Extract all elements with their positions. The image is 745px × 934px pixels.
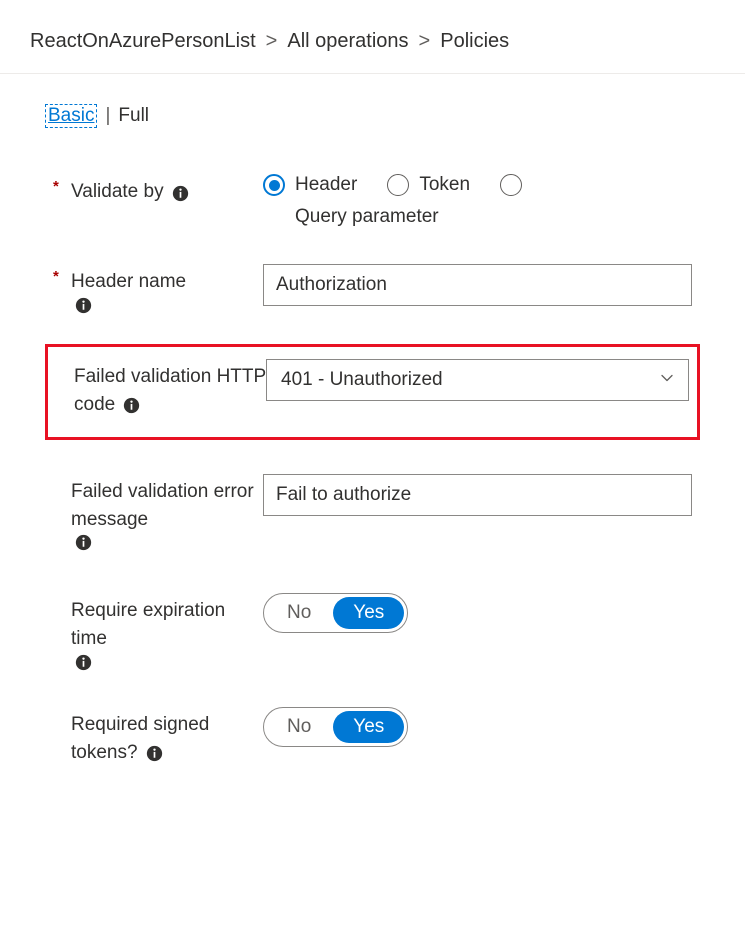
field-header-name: * Header name: [45, 258, 700, 320]
radio-header[interactable]: Header: [263, 174, 357, 196]
header-name-input[interactable]: [263, 264, 692, 306]
field-label: Required signed tokens?: [71, 714, 209, 763]
require-expiration-toggle[interactable]: No Yes: [263, 593, 408, 633]
radio-token[interactable]: Token: [387, 174, 470, 196]
required-spacer: *: [56, 363, 68, 380]
breadcrumb-item[interactable]: All operations: [287, 30, 408, 53]
info-icon[interactable]: [75, 654, 92, 671]
info-icon[interactable]: [146, 745, 163, 762]
radio-label: Header: [295, 174, 357, 196]
radio-circle-icon: [263, 174, 285, 196]
radio-circle-icon: [500, 174, 522, 196]
radio-label-query-parameter: Query parameter: [295, 206, 692, 228]
radio-query-parameter[interactable]: [500, 174, 522, 196]
field-label: Validate by: [71, 181, 164, 202]
failed-http-code-select[interactable]: 401 - Unauthorized: [266, 359, 689, 401]
toggle-option-no[interactable]: No: [267, 711, 331, 743]
breadcrumb-item[interactable]: ReactOnAzurePersonList: [30, 30, 256, 53]
failed-error-message-input[interactable]: [263, 474, 692, 516]
breadcrumb-separator: >: [266, 30, 278, 53]
required-spacer: *: [53, 478, 65, 495]
required-spacer: *: [53, 597, 65, 614]
toggle-option-yes[interactable]: Yes: [333, 597, 404, 629]
field-label: Failed validation HTTP code: [74, 366, 266, 415]
field-validate-by: * Validate by Header Token: [45, 168, 700, 234]
info-icon[interactable]: [123, 397, 140, 414]
field-label: Require expiration time: [71, 600, 225, 649]
radio-label: Token: [419, 174, 470, 196]
required-indicator: *: [53, 178, 65, 195]
field-label: Failed validation error message: [71, 481, 254, 530]
breadcrumb-separator: >: [419, 30, 431, 53]
divider: [0, 73, 745, 74]
field-failed-http-code: * Failed validation HTTP code 401 - Unau…: [45, 344, 700, 440]
required-spacer: *: [53, 711, 65, 728]
required-signed-tokens-toggle[interactable]: No Yes: [263, 707, 408, 747]
info-icon[interactable]: [75, 534, 92, 551]
view-basic-link[interactable]: Basic: [45, 104, 97, 128]
view-toggle-separator: |: [105, 105, 110, 127]
breadcrumb: ReactOnAzurePersonList > All operations …: [0, 0, 745, 73]
view-full-link[interactable]: Full: [118, 105, 149, 127]
required-indicator: *: [53, 268, 65, 285]
breadcrumb-item[interactable]: Policies: [440, 30, 509, 53]
info-icon[interactable]: [75, 297, 92, 314]
field-required-signed-tokens: * Required signed tokens? No Yes: [45, 701, 700, 773]
validate-by-radio-group: Header Token: [263, 174, 692, 196]
field-label: Header name: [71, 271, 186, 292]
info-icon[interactable]: [172, 185, 189, 202]
radio-circle-icon: [387, 174, 409, 196]
field-require-expiration-time: * Require expiration time No Yes: [45, 587, 700, 677]
toggle-option-yes[interactable]: Yes: [333, 711, 404, 743]
view-mode-toggle: Basic | Full: [45, 104, 700, 128]
toggle-option-no[interactable]: No: [267, 597, 331, 629]
select-value: 401 - Unauthorized: [266, 359, 689, 401]
field-failed-error-message: * Failed validation error message: [45, 468, 700, 558]
